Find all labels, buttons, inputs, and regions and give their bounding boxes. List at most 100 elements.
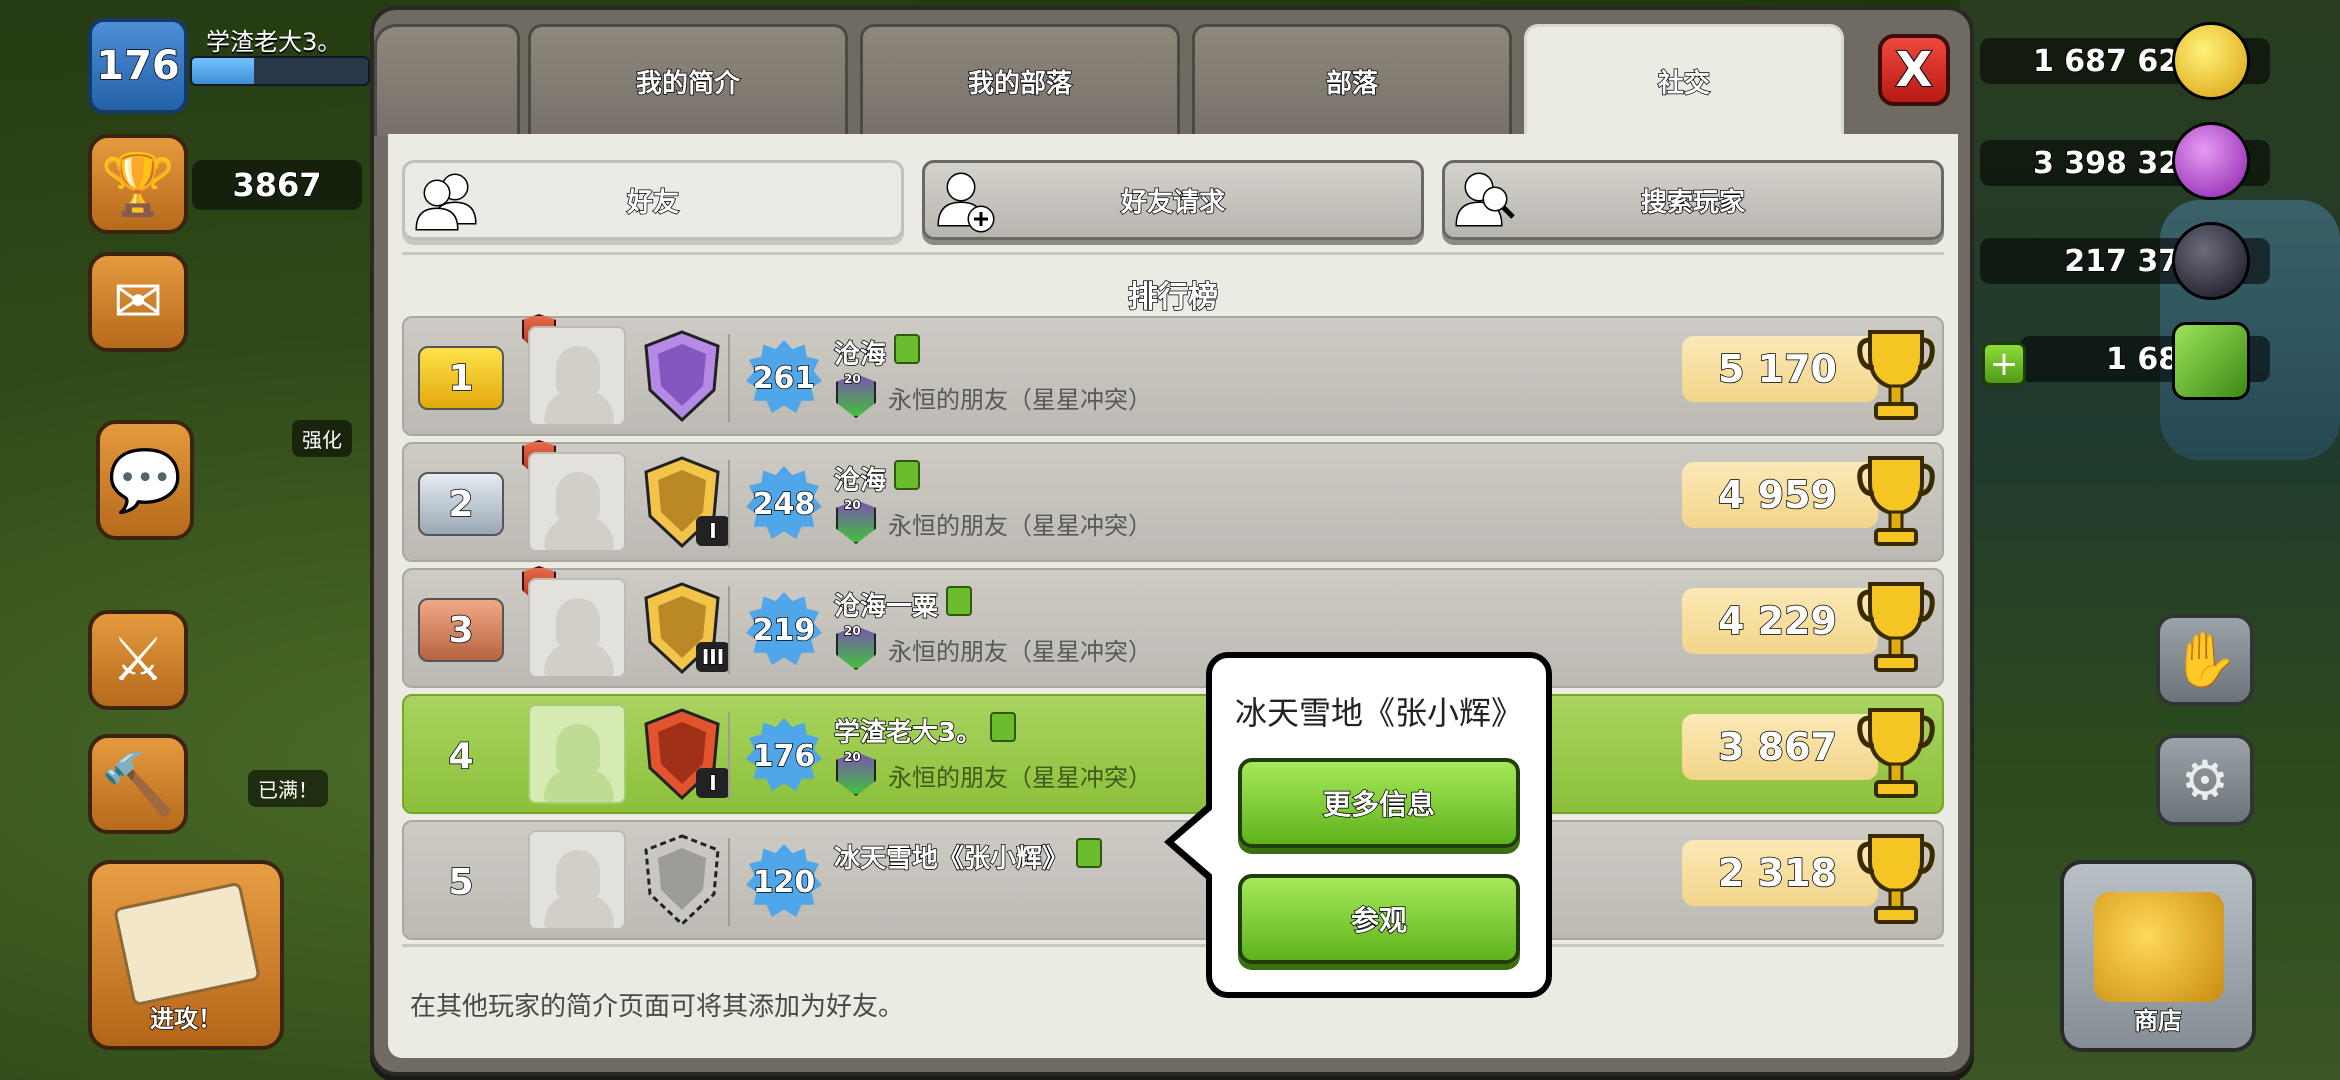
rank-badge: 4 [448,735,475,778]
league-badge-icon [644,330,720,423]
xp-level-badge: 219 [746,592,822,665]
clan-level: 20 [843,371,861,387]
trophy-count: 5 170 [1682,336,1878,402]
clan-name: 永恒的朋友（星星冲突） [888,386,1152,414]
search-players-subtab[interactable]: 搜索玩家 [1442,160,1944,240]
visit-button[interactable]: 参观 [1238,874,1520,964]
crossed-swords-icon: ⚔ [111,625,165,695]
message-icon [946,586,973,616]
player-name: 冰天雪地《张小辉》 [833,838,1103,875]
player-level-badge[interactable]: 176 [88,18,188,114]
footer-hint: 在其他玩家的简介页面可将其添加为好友。 [410,992,905,1022]
player-name: 沧海 [833,460,921,497]
row-divider [728,712,730,800]
player-name-text: 沧海 [833,465,887,497]
league-tier-label: III [696,642,730,672]
player-context-popup: 冰天雪地《张小辉》 更多信息 参观 [1206,652,1552,998]
treasure-map-icon [113,881,261,1007]
gold-coin-icon [2172,22,2250,100]
player-avatar [528,704,626,804]
chat-button[interactable]: 💬 [96,420,194,540]
hand-move-icon: ✋ [2171,628,2239,691]
leaderboard-row[interactable]: 3 III 219 沧海一粟 20 永恒的朋友（星星冲突） 4 229 [402,566,1944,688]
friend-requests-subtab[interactable]: 好友请求 [922,160,1424,240]
friends-subtab-label: 好友 [626,187,680,219]
player-name-text: 沧海一粟 [833,591,939,623]
tab-my-profile[interactable]: 我的简介 [528,24,848,136]
shop-coins-hammer-icon [2094,892,2224,1002]
tab-social[interactable]: 社交 [1524,24,1844,136]
edit-layout-button[interactable]: ✋ [2156,614,2254,706]
chat-bubble-icon: 💬 [107,445,183,516]
rank-badge: 2 [418,472,504,536]
search-players-subtab-label: 搜索玩家 [1640,187,1746,219]
search-player-icon [1455,172,1515,227]
trophy-count: 4 229 [1682,588,1878,654]
tab-my-clan[interactable]: 我的部落 [860,24,1180,136]
league-tier-label: I [696,768,730,798]
player-name-text: 冰天雪地《张小辉》 [833,843,1069,875]
storage-full-label: 已满！ [248,770,328,807]
dark-elixir-drop-icon [2172,222,2250,300]
builder-button[interactable]: 🔨 [88,734,188,834]
message-icon [894,334,921,364]
player-name: 学渣老大3。 [833,712,1017,749]
gem-icon [2172,322,2250,400]
clan-name: 永恒的朋友（星星冲突） [888,638,1152,666]
shop-label: 商店 [2133,1006,2183,1036]
trophy-icon [1857,330,1935,420]
more-info-button[interactable]: 更多信息 [1238,758,1520,848]
settings-button[interactable]: ⚙ [2156,734,2254,826]
mail-button[interactable]: ✉ [88,252,188,352]
clan-level: 20 [843,749,861,765]
shop-button[interactable]: 商店 [2060,860,2256,1052]
gear-icon: ⚙ [2180,748,2230,812]
friends-icon [415,173,477,231]
trophy-icon [1857,834,1935,924]
buy-gems-plus-button[interactable]: + [1982,342,2026,386]
clan-level: 20 [843,497,861,513]
tab-label: 社交 [1657,68,1711,100]
message-icon [1076,838,1103,868]
trophy-count: 4 959 [1682,462,1878,528]
tab-blank [374,24,520,136]
league-tier-label: I [696,516,730,546]
popup-pointer-fill [1174,806,1216,878]
tab-label: 我的简介 [635,68,741,100]
attack-button[interactable]: 进攻！ [88,860,284,1050]
mail-icon: ✉ [112,267,164,337]
row-divider [728,460,730,548]
trophy-count: 2 318 [1682,840,1878,906]
clan-war-button[interactable]: ⚔ [88,610,188,710]
close-button[interactable]: X [1878,34,1950,106]
clan-name: 永恒的朋友（星星冲突） [888,764,1152,792]
xp-level-badge: 261 [746,340,822,413]
player-avatar [528,578,626,678]
trophy-count: 3867 [192,160,362,210]
friends-subtab[interactable]: 好友 [402,160,904,240]
rank-badge: 3 [418,598,504,662]
trophy-button[interactable]: 🏆 [88,134,188,234]
tab-label: 我的部落 [967,68,1073,100]
rank-badge: 1 [418,346,504,410]
xp-progress-fill [192,58,254,84]
leaderboard-row[interactable]: 1 261 沧海 20 永恒的朋友（星星冲突） 5 170 [402,314,1944,436]
clan-level: 20 [843,623,861,639]
divider [402,252,1944,255]
player-name-text: 学渣老大3。 [833,717,983,749]
tab-clans[interactable]: 部落 [1192,24,1512,136]
xp-level-badge: 248 [746,466,822,539]
message-icon [894,460,921,490]
row-divider [728,586,730,674]
visit-label: 参观 [1350,903,1408,938]
tab-bar: 我的简介 我的部落 部落 社交 X [374,10,1970,136]
leaderboard-title: 排行榜 [1127,279,1219,316]
xp-progress-bar [190,56,370,86]
player-name-text: 沧海 [833,339,887,371]
trophy-icon: 🏆 [100,149,176,220]
xp-level-badge: 176 [746,718,822,791]
leaderboard-row[interactable]: 2 I 248 沧海 20 永恒的朋友（星星冲突） 4 959 [402,440,1944,562]
leaderboard-row[interactable]: 4 I 176 学渣老大3。 20 永恒的朋友（星星冲突） 3 867 [402,694,1944,814]
builder-hammer-icon: 🔨 [100,749,176,820]
player-avatar [528,326,626,426]
